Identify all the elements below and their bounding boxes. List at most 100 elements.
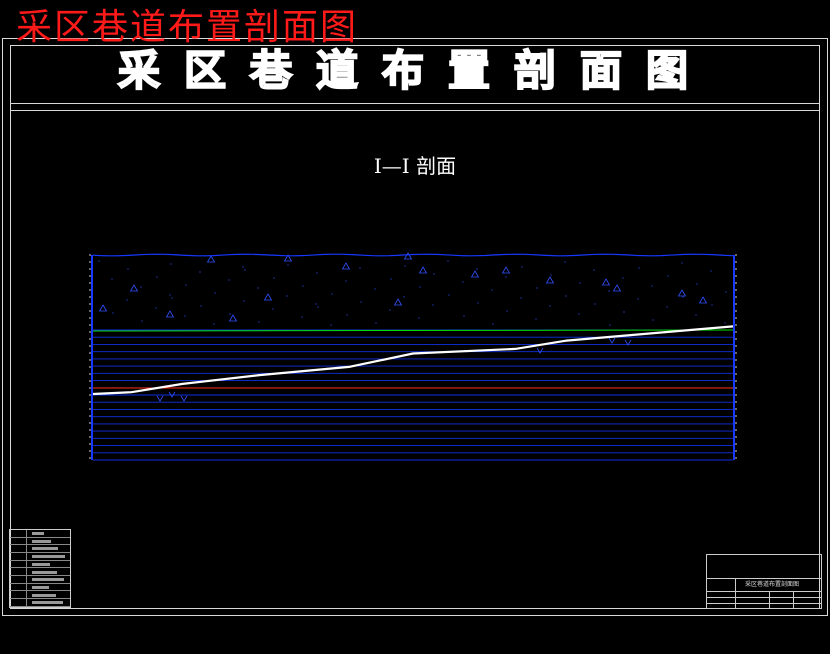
rock-dot xyxy=(535,318,537,320)
seam-mark xyxy=(608,337,616,344)
rock-dot xyxy=(666,306,668,308)
rock-dot xyxy=(199,271,201,273)
rock-dot xyxy=(112,312,114,314)
rock-dot xyxy=(228,279,230,281)
legend-entry-mark xyxy=(32,593,56,597)
rock-dot xyxy=(419,286,421,288)
legend-entry-mark xyxy=(32,562,50,566)
rock-triangle xyxy=(341,262,351,270)
rock-triangle xyxy=(677,289,687,297)
rock-dot xyxy=(359,267,361,269)
rock-dot xyxy=(315,303,317,305)
rock-dot xyxy=(492,323,494,325)
seam-mark xyxy=(168,391,176,398)
rock-dot xyxy=(155,307,157,309)
rock-dot xyxy=(477,302,479,304)
rock-dot xyxy=(550,274,552,276)
rock-dot xyxy=(637,298,639,300)
legend-row xyxy=(10,599,70,607)
rock-triangle xyxy=(470,270,480,278)
rock-triangle xyxy=(698,296,708,304)
seam-mark xyxy=(180,395,188,402)
rock-dot xyxy=(389,309,391,311)
rock-triangle xyxy=(206,255,216,263)
rock-dot xyxy=(302,285,304,287)
rock-dot xyxy=(213,323,215,325)
rock-dot xyxy=(242,266,244,268)
rock-dot xyxy=(447,260,449,262)
rock-dot xyxy=(390,278,392,280)
rock-dot xyxy=(200,305,202,307)
strata-lines xyxy=(93,329,733,461)
rock-triangle xyxy=(129,284,139,292)
legend-entry-mark xyxy=(32,601,63,605)
rock-dot xyxy=(141,320,143,322)
left-elevation-rule xyxy=(91,255,93,460)
rock-dot xyxy=(521,266,523,268)
legend-row xyxy=(10,553,70,561)
rock-dot xyxy=(476,268,478,270)
rock-dot xyxy=(156,276,158,278)
rock-dot xyxy=(681,262,683,264)
legend-entry-mark xyxy=(32,555,65,559)
legend-table xyxy=(9,529,71,608)
rock-dot xyxy=(214,292,216,294)
rock-dot xyxy=(286,295,288,297)
rock-dot xyxy=(375,322,377,324)
rock-dot xyxy=(579,282,581,284)
legend-entry-mark xyxy=(32,532,44,535)
rock-dot xyxy=(169,294,171,296)
rock-dot xyxy=(463,315,465,317)
rock-dot xyxy=(651,285,653,287)
rock-triangle xyxy=(501,266,511,274)
rock-dot xyxy=(578,313,580,315)
rock-triangle xyxy=(263,293,273,301)
rock-dot xyxy=(667,275,669,277)
rock-dot xyxy=(491,289,493,291)
rock-triangle xyxy=(545,276,555,284)
rock-dot xyxy=(170,263,172,265)
rock-dot xyxy=(448,294,450,296)
rock-dot xyxy=(330,324,332,326)
rock-triangle xyxy=(418,266,428,274)
rock-symbols xyxy=(98,252,727,402)
rock-dot xyxy=(404,265,406,267)
rock-dot xyxy=(301,316,303,318)
rock-dot xyxy=(272,308,274,310)
rock-dot xyxy=(316,272,318,274)
legend-row xyxy=(10,538,70,546)
rock-triangle xyxy=(403,252,413,260)
rock-dot xyxy=(432,304,434,306)
legend-row xyxy=(10,592,70,600)
rock-triangle xyxy=(98,304,108,312)
rock-dot xyxy=(127,268,129,270)
legend-row xyxy=(10,584,70,592)
rock-triangle xyxy=(165,310,175,318)
rock-dot xyxy=(594,303,596,305)
rock-dot xyxy=(360,301,362,303)
rock-dot xyxy=(623,311,625,313)
rock-dot xyxy=(682,296,684,298)
rock-dot xyxy=(609,324,611,326)
legend-entry-mark xyxy=(32,585,49,589)
legend-entry-mark xyxy=(32,570,57,574)
rock-dot xyxy=(331,293,333,295)
legend-row xyxy=(10,545,70,553)
rock-dot xyxy=(243,300,245,302)
title-block-rule xyxy=(707,603,821,604)
rock-dot xyxy=(126,299,128,301)
rock-dot xyxy=(287,264,289,266)
rock-dot xyxy=(506,310,508,312)
rock-dot xyxy=(317,306,319,308)
rock-dot xyxy=(244,269,246,271)
legend-row xyxy=(10,569,70,577)
rock-dot xyxy=(608,290,610,292)
rock-dot xyxy=(185,284,187,286)
rock-dot xyxy=(257,287,259,289)
title-block-drawing-name: 采区巷道布置剖面图 xyxy=(745,581,800,588)
rock-dot xyxy=(462,281,464,283)
rock-dot xyxy=(346,314,348,316)
rock-dot xyxy=(564,261,566,263)
rock-dot xyxy=(724,322,726,324)
seam-mark xyxy=(536,347,544,354)
